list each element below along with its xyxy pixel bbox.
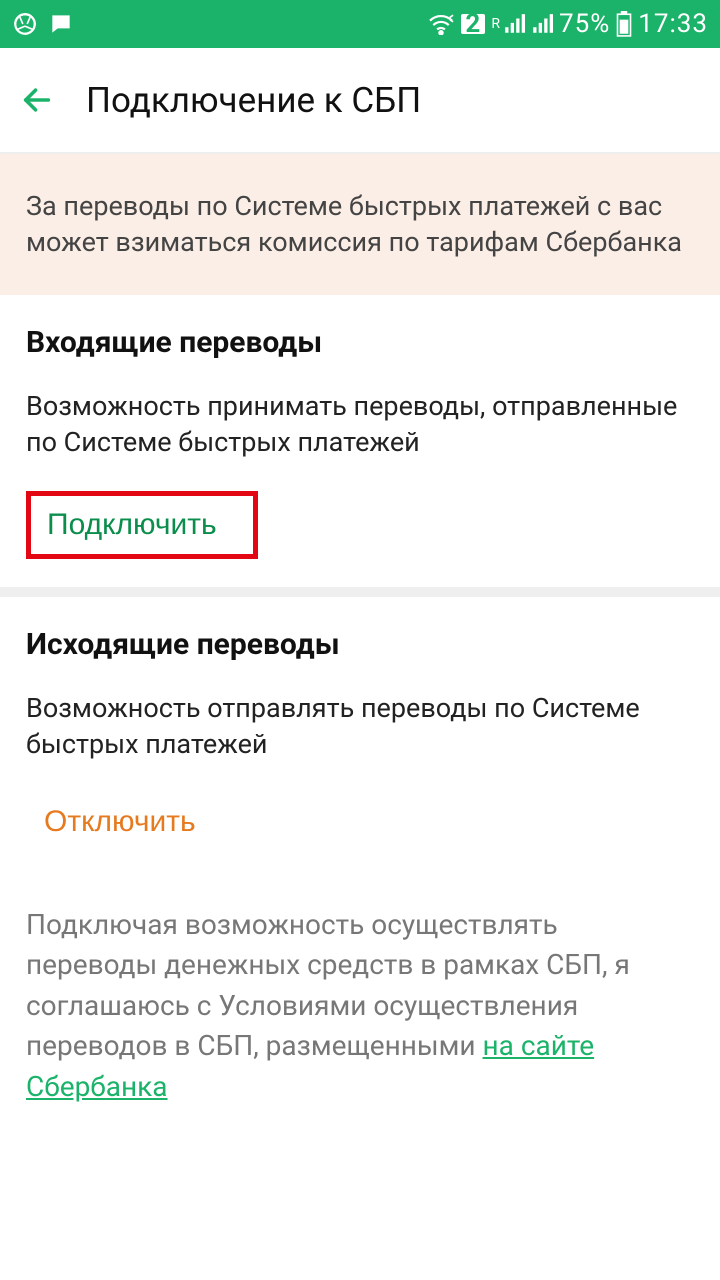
outgoing-section: Исходящие переводы Возможность отправлят… — [0, 597, 720, 879]
sim-badge: 2 — [461, 14, 485, 34]
status-bar: 2 R 75% 17:33 — [0, 0, 720, 48]
agreement-text: Подключая возможность осуществлять перев… — [0, 905, 720, 1108]
battery-icon — [616, 11, 632, 37]
app-bar: Подключение к СБП — [0, 48, 720, 152]
page-title: Подключение к СБП — [86, 80, 421, 121]
chat-icon — [48, 11, 74, 37]
incoming-section: Входящие переводы Возможность принимать … — [0, 295, 720, 587]
network-label: R — [491, 17, 501, 31]
status-left — [12, 11, 74, 37]
clock: 17:33 — [638, 9, 708, 39]
signal-icon-1 — [503, 13, 525, 35]
signal-icon-2 — [531, 13, 553, 35]
back-arrow-icon[interactable] — [20, 83, 54, 117]
section-divider — [0, 587, 720, 597]
outgoing-desc: Возможность отправлять переводы по Систе… — [26, 690, 694, 763]
status-right: 2 R 75% 17:33 — [427, 9, 708, 39]
commission-notice: За переводы по Системе быстрых платежей … — [0, 152, 720, 295]
incoming-desc: Возможность принимать переводы, отправле… — [26, 388, 694, 461]
camera-icon — [12, 11, 38, 37]
incoming-title: Входящие переводы — [26, 325, 694, 360]
battery-percent: 75% — [559, 9, 610, 39]
disconnect-button[interactable]: Отключить — [26, 793, 214, 851]
connect-button[interactable]: Подключить — [26, 491, 258, 559]
outgoing-title: Исходящие переводы — [26, 627, 694, 662]
wifi-icon — [427, 13, 455, 35]
